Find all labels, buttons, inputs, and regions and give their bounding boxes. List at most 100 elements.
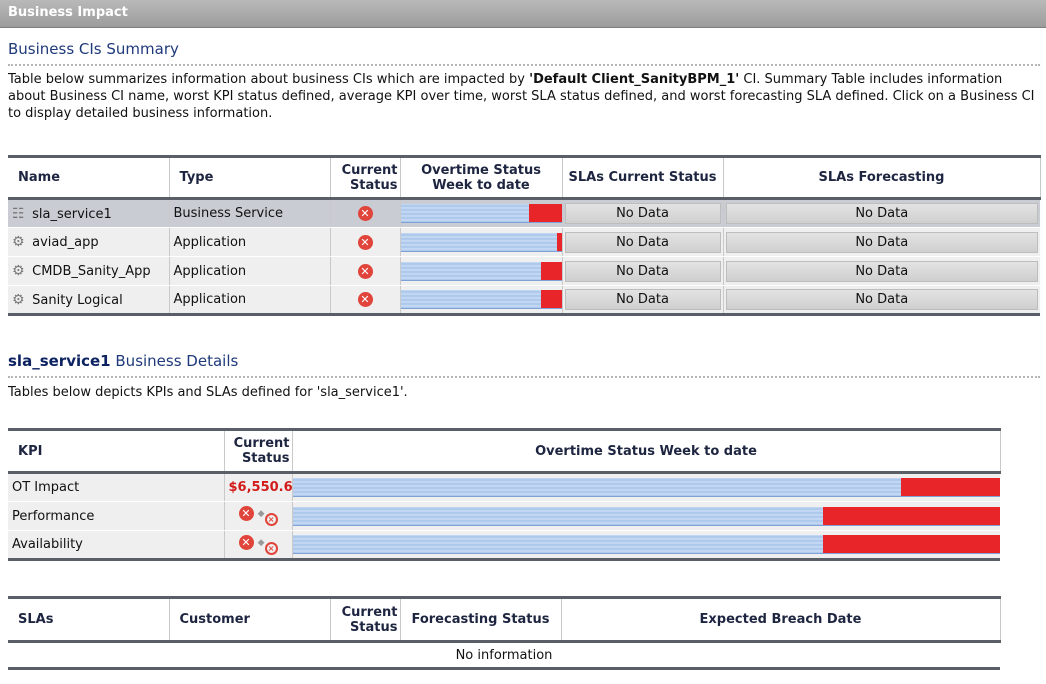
sla-forecast-value[interactable]: No Data <box>725 203 1038 224</box>
error-status-icon[interactable]: ✕ <box>238 506 254 521</box>
ci-current-status[interactable]: ✕ <box>330 227 401 257</box>
ci-sla-current[interactable]: No Data <box>562 227 724 257</box>
ci-sla-forecast[interactable]: No Data <box>723 285 1040 315</box>
sla-table: SLAs Customer Current Status Forecasting… <box>8 596 1001 670</box>
kpi-overtime-status[interactable] <box>292 501 1000 531</box>
sla-forecast-value[interactable]: No Data <box>725 260 1038 282</box>
small-error-icon: × <box>264 513 278 526</box>
details-title-suffix: Business Details <box>110 352 239 370</box>
summary-description: Table below summarizes information about… <box>8 71 1038 122</box>
small-error-icon: × <box>264 541 278 555</box>
business-ci-summary-table: Name Type Current Status Overtime Status… <box>8 155 1041 316</box>
ci-sla-forecast[interactable]: No Data <box>723 227 1040 257</box>
header-current-status[interactable]: Current Status <box>330 156 401 199</box>
ci-type: Application <box>169 285 331 315</box>
overtime-status-bar[interactable] <box>400 261 562 281</box>
error-status-icon[interactable]: ✕ <box>357 234 373 250</box>
overtime-status-bar[interactable] <box>400 290 562 309</box>
ci-name-cell[interactable]: ⚙ CMDB_Sanity_App <box>8 256 170 286</box>
error-status-icon[interactable]: ✕ <box>238 534 254 550</box>
summary-title: Business CIs Summary <box>8 40 179 58</box>
header-overtime-status: Overtime Status Week to date <box>400 156 563 199</box>
kpi-row[interactable]: Availability ✕ ◆× <box>8 530 1000 560</box>
summary-header-row: Name Type Current Status Overtime Status… <box>8 156 1041 199</box>
sla-header-row: SLAs Customer Current Status Forecasting… <box>8 597 1001 642</box>
sla-current-status-value[interactable]: No Data <box>564 203 721 224</box>
kpi-current-status[interactable]: $6,550.6 <box>224 472 293 502</box>
overtime-status-bar[interactable] <box>400 232 562 252</box>
ci-name[interactable]: sla_service1 <box>32 207 112 222</box>
ci-overtime-status[interactable] <box>400 256 563 286</box>
ci-name[interactable]: Sanity Logical <box>32 293 123 308</box>
details-divider <box>8 376 1040 378</box>
ci-sla-forecast[interactable]: No Data <box>723 198 1040 228</box>
panel-title: Business Impact <box>8 5 128 20</box>
ci-type: Application <box>169 256 331 286</box>
application-gear-icon: ⚙ <box>12 263 25 279</box>
ci-current-status[interactable]: ✕ <box>330 285 401 315</box>
ci-name[interactable]: CMDB_Sanity_App <box>32 264 150 279</box>
summary-table-body: ☷ sla_service1 Business Service ✕ No Data No… <box>8 198 1040 315</box>
details-ci-name: sla_service1 <box>8 352 111 370</box>
kpi-row[interactable]: OT Impact $6,550.6 <box>8 472 1000 502</box>
error-status-icon[interactable]: ✕ <box>357 206 373 221</box>
kpi-overtime-status[interactable] <box>292 472 1000 502</box>
overtime-red-segment <box>540 290 562 308</box>
kpi-current-status[interactable]: ✕ ◆× <box>224 530 293 560</box>
kpi-name[interactable]: Performance <box>8 501 225 531</box>
kpi-overtime-bar[interactable] <box>292 506 1000 526</box>
ci-name-cell[interactable]: ⚙ aviad_app <box>8 227 170 257</box>
header-kpi-overtime: Overtime Status Week to date <box>292 429 1001 473</box>
header-slas-forecasting: SLAs Forecasting <box>723 156 1041 199</box>
ci-current-status[interactable]: ✕ <box>330 198 401 228</box>
error-status-icon[interactable]: ✕ <box>357 263 373 279</box>
sla-empty-message: No information <box>455 647 553 663</box>
sla-current-status-value[interactable]: No Data <box>564 231 721 253</box>
trend-icon: ◆ <box>257 537 265 548</box>
overtime-red-segment <box>540 261 562 280</box>
trend-icon: ◆ <box>257 509 265 519</box>
error-status-icon[interactable]: ✕ <box>357 292 373 307</box>
sla-current-status-value[interactable]: No Data <box>564 289 721 310</box>
kpi-overtime-status[interactable] <box>292 530 1000 560</box>
kpi-header-row: KPI Current Status Overtime Status Week … <box>8 429 1001 473</box>
ci-name[interactable]: aviad_app <box>32 235 98 250</box>
application-gear-icon: ⚙ <box>12 234 25 250</box>
kpi-name[interactable]: Availability <box>8 530 225 560</box>
header-type[interactable]: Type <box>169 156 331 199</box>
ci-current-status[interactable]: ✕ <box>330 256 401 286</box>
details-title: sla_service1 Business Details <box>8 352 238 370</box>
summary-row[interactable]: ⚙ CMDB_Sanity_App Application ✕ No Data No D… <box>8 256 1040 286</box>
header-sla-current-status: Current Status <box>330 597 401 642</box>
ci-name-cell[interactable]: ☷ sla_service1 <box>8 198 170 228</box>
kpi-current-status[interactable]: ✕ ◆× <box>224 501 293 531</box>
kpi-table-body: OT Impact $6,550.6 Performance ✕ ◆× Availabi… <box>8 472 1000 560</box>
kpi-overtime-bar[interactable] <box>292 535 1000 554</box>
sla-forecast-value[interactable]: No Data <box>725 289 1038 310</box>
ci-name-cell[interactable]: ⚙ Sanity Logical <box>8 285 170 315</box>
kpi-row[interactable]: Performance ✕ ◆× <box>8 501 1000 531</box>
ci-sla-forecast[interactable]: No Data <box>723 256 1040 286</box>
kpi-table: KPI Current Status Overtime Status Week … <box>8 428 1001 561</box>
overtime-red-segment <box>529 204 562 222</box>
summary-description-text: Table below summarizes information about… <box>8 72 530 87</box>
kpi-overtime-bar[interactable] <box>292 478 1000 497</box>
sla-forecast-value[interactable]: No Data <box>725 231 1038 253</box>
summary-row[interactable]: ☷ sla_service1 Business Service ✕ No Data No… <box>8 198 1040 228</box>
ci-sla-current[interactable]: No Data <box>562 198 724 228</box>
kpi-value[interactable]: $6,550.6 <box>225 480 293 495</box>
panel-title-bar: Business Impact <box>0 0 1046 28</box>
ci-overtime-status[interactable] <box>400 285 563 315</box>
header-name[interactable]: Name <box>8 156 170 199</box>
kpi-name[interactable]: OT Impact <box>8 472 225 502</box>
ci-overtime-status[interactable] <box>400 227 563 257</box>
summary-row[interactable]: ⚙ aviad_app Application ✕ No Data No Data <box>8 227 1040 257</box>
ci-sla-current[interactable]: No Data <box>562 285 724 315</box>
business-service-icon: ☷ <box>12 205 25 222</box>
overtime-status-bar[interactable] <box>400 204 562 223</box>
ci-sla-current[interactable]: No Data <box>562 256 724 286</box>
ci-overtime-status[interactable] <box>400 198 563 228</box>
overtime-red-segment <box>556 232 562 251</box>
summary-row[interactable]: ⚙ Sanity Logical Application ✕ No Data No Da… <box>8 285 1040 315</box>
sla-current-status-value[interactable]: No Data <box>564 260 721 282</box>
